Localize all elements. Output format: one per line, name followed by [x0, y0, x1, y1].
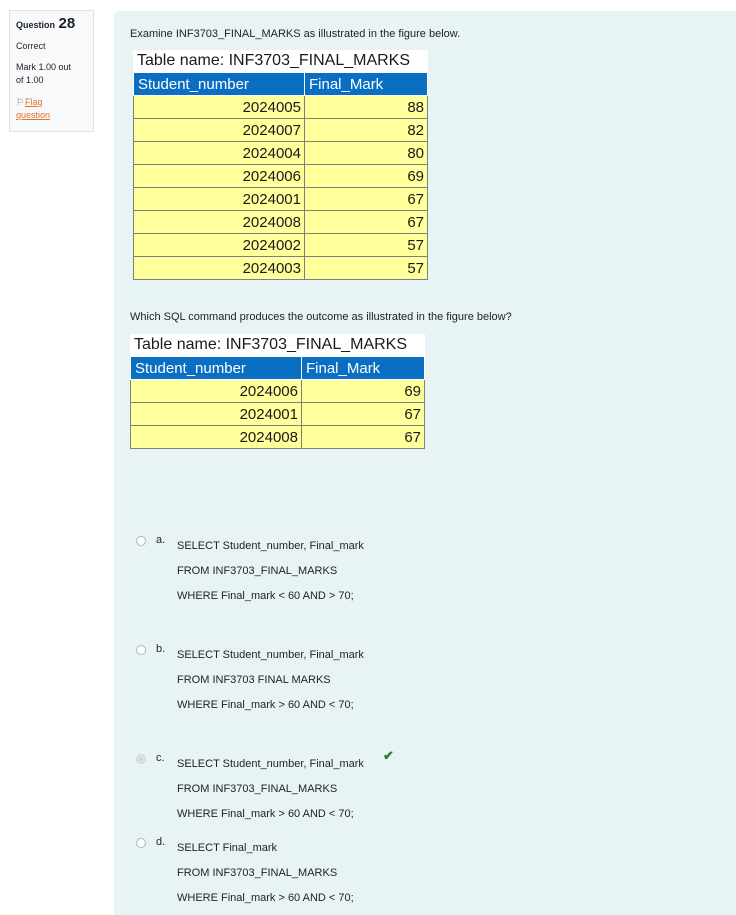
table-row: 2024006 69 — [130, 379, 425, 403]
option-b-line-3: WHERE Final_mark > 60 AND < 70; — [177, 699, 354, 711]
table-row: 2024005 88 — [133, 95, 428, 119]
question-grade: Mark 1.00 out of 1.00 — [16, 61, 87, 87]
final-mark-cell: 67 — [304, 210, 428, 234]
header-student-number: Student_number — [133, 72, 305, 96]
question-intro: Examine INF3703_FINAL_MARKS as illustrat… — [130, 28, 461, 40]
option-d-letter: d. — [156, 836, 166, 848]
question-state: Correct — [16, 41, 46, 51]
grade-line-1: Mark 1.00 out — [16, 62, 72, 72]
table-row: 2024003 57 — [133, 256, 428, 280]
option-b-radio[interactable] — [136, 645, 146, 655]
option-a-line-3: WHERE Final_mark < 60 AND > 70; — [177, 590, 354, 602]
flag-icon[interactable]: ⚐ — [16, 96, 25, 109]
option-a-radio[interactable] — [136, 536, 146, 546]
result-table-title: Table name: INF3703_FINAL_MARKS — [134, 336, 408, 353]
flag-question-link[interactable]: ⚐Flag question — [16, 96, 87, 122]
option-a-line-2: FROM INF3703_FINAL_MARKS — [177, 565, 338, 577]
option-c-line-3: WHERE Final_mark > 60 AND < 70; — [177, 808, 354, 820]
student-number-cell: 2024005 — [133, 95, 305, 119]
option-c-radio[interactable] — [136, 754, 146, 764]
header-student-number: Student_number — [130, 356, 302, 380]
table-row: 2024004 80 — [133, 141, 428, 165]
table-row: 2024001 67 — [130, 402, 425, 426]
student-number-cell: 2024001 — [130, 402, 302, 426]
table-row: 2024002 57 — [133, 233, 428, 257]
student-number-cell: 2024003 — [133, 256, 305, 280]
student-number-cell: 2024001 — [133, 187, 305, 211]
header-final-mark: Final_Mark — [301, 356, 425, 380]
question-content: Examine INF3703_FINAL_MARKS as illustrat… — [114, 11, 736, 915]
student-number-cell: 2024007 — [133, 118, 305, 142]
option-a-letter: a. — [156, 534, 166, 546]
table-row: 2024008 67 — [130, 425, 425, 449]
question-prompt: Which SQL command produces the outcome a… — [130, 311, 512, 323]
table-row: 2024006 69 — [133, 164, 428, 188]
option-d-line-3: WHERE Final_mark > 60 AND < 70; — [177, 892, 354, 904]
question-info-panel: Question 28 Correct Mark 1.00 out of 1.0… — [9, 10, 94, 132]
source-table: Student_number Final_Mark 2024005 88 20240… — [133, 72, 428, 280]
option-d-radio[interactable] — [136, 838, 146, 848]
question-label: Question — [16, 20, 56, 30]
option-b-line-1: SELECT Student_number, Final_mark — [177, 649, 364, 661]
option-b-line-2: FROM INF3703 FINAL MARKS — [177, 674, 331, 686]
source-table-figure: Table name: INF3703_FINAL_MARKS Student_… — [133, 50, 428, 280]
flag-link-line-2[interactable]: question — [16, 110, 50, 120]
option-a-line-1: SELECT Student_number, Final_mark — [177, 540, 364, 552]
student-number-cell: 2024004 — [133, 141, 305, 165]
final-mark-cell: 67 — [301, 425, 425, 449]
final-mark-cell: 82 — [304, 118, 428, 142]
final-mark-cell: 69 — [301, 379, 425, 403]
student-number-cell: 2024002 — [133, 233, 305, 257]
table-row: 2024001 67 — [133, 187, 428, 211]
student-number-cell: 2024008 — [133, 210, 305, 234]
source-table-title: Table name: INF3703_FINAL_MARKS — [137, 52, 411, 69]
correct-check-icon: ✔ — [383, 748, 394, 763]
result-table-header-row: Student_number Final_Mark — [130, 356, 425, 380]
result-table-figure: Table name: INF3703_FINAL_MARKS Student_… — [130, 334, 425, 449]
source-table-header-row: Student_number Final_Mark — [133, 72, 428, 96]
final-mark-cell: 88 — [304, 95, 428, 119]
question-number: 28 — [58, 15, 76, 32]
option-b-letter: b. — [156, 643, 166, 655]
final-mark-cell: 67 — [304, 187, 428, 211]
flag-link-line-1[interactable]: Flag — [25, 97, 43, 107]
final-mark-cell: 67 — [301, 402, 425, 426]
student-number-cell: 2024008 — [130, 425, 302, 449]
option-c-line-2: FROM INF3703_FINAL_MARKS — [177, 783, 338, 795]
question-number-line: Question 28 — [16, 15, 87, 32]
source-table-body: 2024005 88 2024007 82 2024004 80 2024006 69 2024… — [133, 95, 428, 280]
student-number-cell: 2024006 — [133, 164, 305, 188]
option-d-line-2: FROM INF3703_FINAL_MARKS — [177, 867, 338, 879]
header-final-mark: Final_Mark — [304, 72, 428, 96]
result-table: Student_number Final_Mark 2024006 69 20240… — [130, 356, 425, 449]
option-c-line-1: SELECT Student_number, Final_mark — [177, 758, 364, 770]
final-mark-cell: 57 — [304, 233, 428, 257]
option-c-letter: c. — [156, 752, 165, 764]
result-table-body: 2024006 69 2024001 67 2024008 67 — [130, 379, 425, 449]
student-number-cell: 2024006 — [130, 379, 302, 403]
final-mark-cell: 69 — [304, 164, 428, 188]
final-mark-cell: 80 — [304, 141, 428, 165]
table-row: 2024008 67 — [133, 210, 428, 234]
table-row: 2024007 82 — [133, 118, 428, 142]
final-mark-cell: 57 — [304, 256, 428, 280]
grade-line-2: of 1.00 — [16, 75, 44, 85]
option-d-line-1: SELECT Final_mark — [177, 842, 278, 854]
